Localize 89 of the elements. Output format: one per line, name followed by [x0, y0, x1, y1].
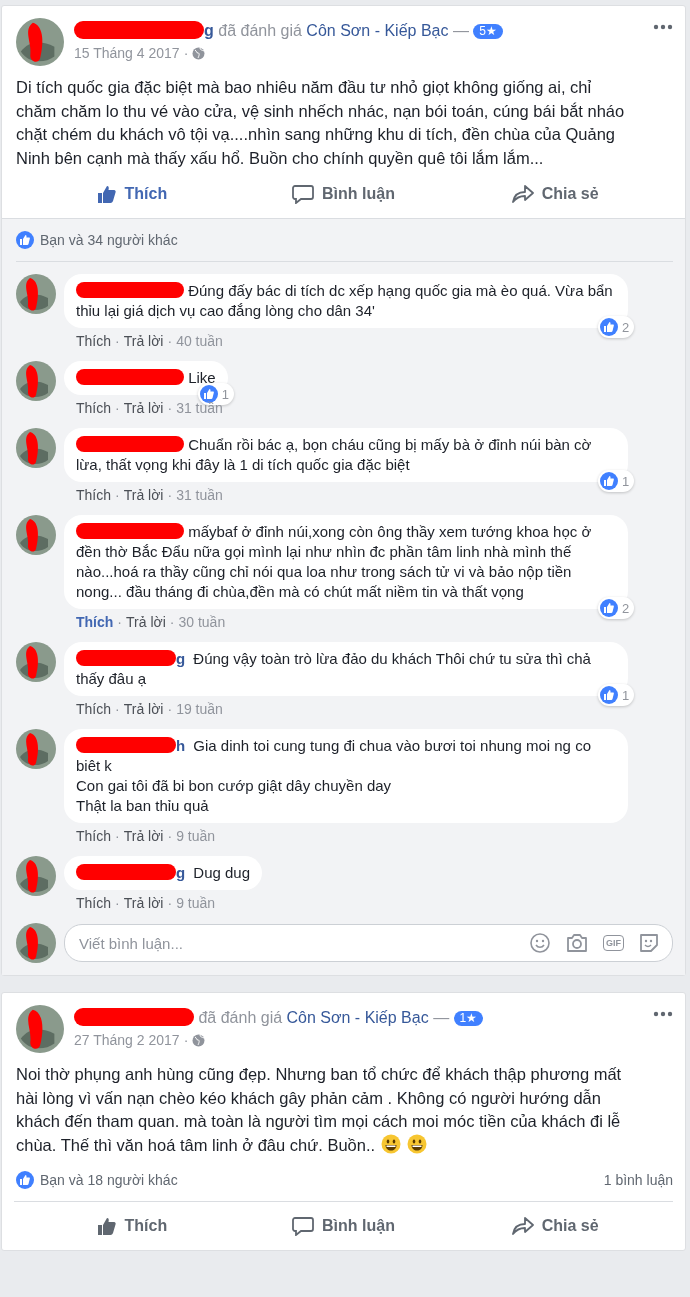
like-icon	[600, 599, 618, 617]
like-count[interactable]: 1	[598, 684, 635, 706]
separator-dot: ·	[117, 614, 122, 630]
sticker-icon[interactable]	[638, 932, 660, 954]
review-heading: đã đánh giá Côn Sơn - Kiếp Bạc —	[74, 1009, 450, 1026]
reply-link[interactable]: Trả lời	[123, 400, 164, 416]
like-link[interactable]: Thích	[76, 333, 111, 349]
avatar[interactable]	[16, 923, 56, 963]
share-arrow-icon	[511, 184, 534, 204]
like-icon	[199, 385, 218, 403]
speech-bubble-icon	[292, 1216, 315, 1236]
grinning-emoji-icon	[407, 1133, 428, 1154]
globe-icon	[192, 1033, 206, 1047]
avatar[interactable]	[16, 1005, 64, 1053]
reply-link[interactable]: Trả lời	[123, 487, 164, 503]
avatar[interactable]	[16, 274, 56, 314]
like-link[interactable]: Thích	[76, 895, 111, 911]
comment-bubble: h Gia dinh toi cung tung đi chua vào bươi toi nhung moi ng co biêt k Con gai tôi đã bi bon cướp giật dây chuyền day Thật la ban thỉu quả	[64, 729, 628, 823]
reply-link[interactable]: Trả lời	[123, 828, 164, 844]
separator-dot: ·	[167, 828, 173, 844]
avatar[interactable]	[16, 856, 56, 896]
share-button[interactable]: Chia sẻ	[449, 1210, 661, 1242]
author-name[interactable]: h	[176, 737, 186, 754]
avatar[interactable]	[16, 729, 56, 769]
rating-badge: 5★	[473, 24, 504, 39]
author-name[interactable]: g	[204, 22, 214, 39]
like-button[interactable]: Thích	[26, 1210, 238, 1242]
reactions-summary[interactable]: Bạn và 18 người khác	[40, 1172, 178, 1188]
like-icon	[600, 472, 618, 490]
separator-dot: ·	[115, 895, 120, 911]
like-link[interactable]: Thích	[76, 400, 111, 416]
avatar[interactable]	[16, 642, 56, 682]
like-link[interactable]: Thích	[76, 701, 111, 717]
separator-dot: ·	[115, 333, 120, 349]
like-icon	[600, 318, 618, 336]
rating-badge: 1★	[453, 1011, 484, 1026]
gif-button[interactable]: GIF	[603, 935, 624, 951]
thumbs-up-icon	[96, 184, 117, 204]
separator-dot: ·	[167, 333, 173, 349]
separator-dot: ·	[183, 1031, 189, 1050]
like-icon	[600, 686, 618, 704]
like-count[interactable]: 1	[598, 470, 635, 492]
reply-link[interactable]: Trả lời	[123, 333, 164, 349]
globe-icon	[192, 46, 206, 60]
separator-dot: ·	[167, 400, 173, 416]
reply-link[interactable]: Trả lời	[123, 701, 164, 717]
share-button[interactable]: Chia sẻ	[449, 178, 661, 210]
comment-bubble: g Dug dug	[64, 856, 263, 890]
avatar[interactable]	[16, 428, 56, 468]
more-options-icon[interactable]	[653, 1011, 673, 1017]
review-text: Noi thờ phụng anh hùng cũng đẹp. Nhưng ban tổ chức để khách thập phương mất hài lòng vì vấn nạn chèo kéo khách gây phản cảm . Không có người hướng dẫn khách đến tham quan. mà toàn là người tìm mọi cách moi móc tiền của khách đi lễ chùa. Thế thì văn hoá tâm linh ở đâu chứ. Buồn..	[15, 1064, 623, 1156]
separator-dot: ·	[115, 400, 120, 416]
thumbs-up-icon	[96, 1216, 117, 1236]
more-options-icon[interactable]	[653, 24, 673, 30]
separator-dot: ·	[167, 895, 173, 911]
avatar[interactable]	[16, 18, 64, 66]
author-name[interactable]: g	[176, 650, 186, 667]
reply-link[interactable]: Trả lời	[123, 895, 164, 911]
review-text: Di tích quốc gia đặc biệt mà bao nhiêu năm đầu tư nhỏ giọt không giống ai, chỉ chăm chăm lo thu vé vào cửa, vệ sinh nhếch nhác, nạn bói toán, cúng bái bắt nháo chặt chém du khách vô tội vạ....nhìn sang những khu di tích, đền chùa của Quảng Ninh bên cạnh mà thấy xấu hổ. Buồn cho chính quyền quê tôi lắm lắm...	[15, 77, 626, 169]
speech-bubble-icon	[292, 184, 315, 204]
grinning-emoji-icon	[381, 1133, 402, 1154]
reactions-summary[interactable]: Bạn và 34 người khác	[40, 232, 178, 248]
like-icon	[16, 1171, 34, 1189]
post-date[interactable]: 15 Tháng 4 2017	[74, 42, 180, 64]
separator-dot: ·	[115, 701, 120, 717]
like-link[interactable]: Thích	[76, 614, 114, 630]
author-name[interactable]: g	[176, 864, 186, 881]
separator-dot: ·	[167, 487, 173, 503]
like-link[interactable]: Thích	[76, 487, 111, 503]
like-link[interactable]: Thích	[76, 828, 111, 844]
separator-dot: ·	[115, 487, 120, 503]
separator-dot: ·	[169, 614, 175, 630]
reply-link[interactable]: Trả lời	[126, 614, 166, 630]
like-button[interactable]: Thích	[26, 178, 238, 210]
avatar[interactable]	[16, 515, 56, 555]
post-date[interactable]: 27 Tháng 2 2017	[74, 1029, 180, 1051]
like-icon	[16, 231, 34, 249]
avatar[interactable]	[16, 361, 56, 401]
smiley-icon[interactable]	[529, 932, 551, 954]
separator-dot: ·	[183, 44, 189, 63]
comment-input-field[interactable]: Viết bình luận... GIF	[64, 924, 673, 962]
comment-button[interactable]: Bình luận	[237, 178, 450, 210]
review-heading: g đã đánh giá Côn Sơn - Kiếp Bạc —	[74, 22, 469, 39]
comment-count[interactable]: 1 bình luận	[603, 1172, 673, 1188]
comment-button[interactable]: Bình luận	[237, 1210, 450, 1242]
camera-icon[interactable]	[565, 932, 589, 954]
separator-dot: ·	[115, 828, 120, 844]
share-arrow-icon	[511, 1216, 534, 1236]
separator-dot: ·	[167, 701, 173, 717]
